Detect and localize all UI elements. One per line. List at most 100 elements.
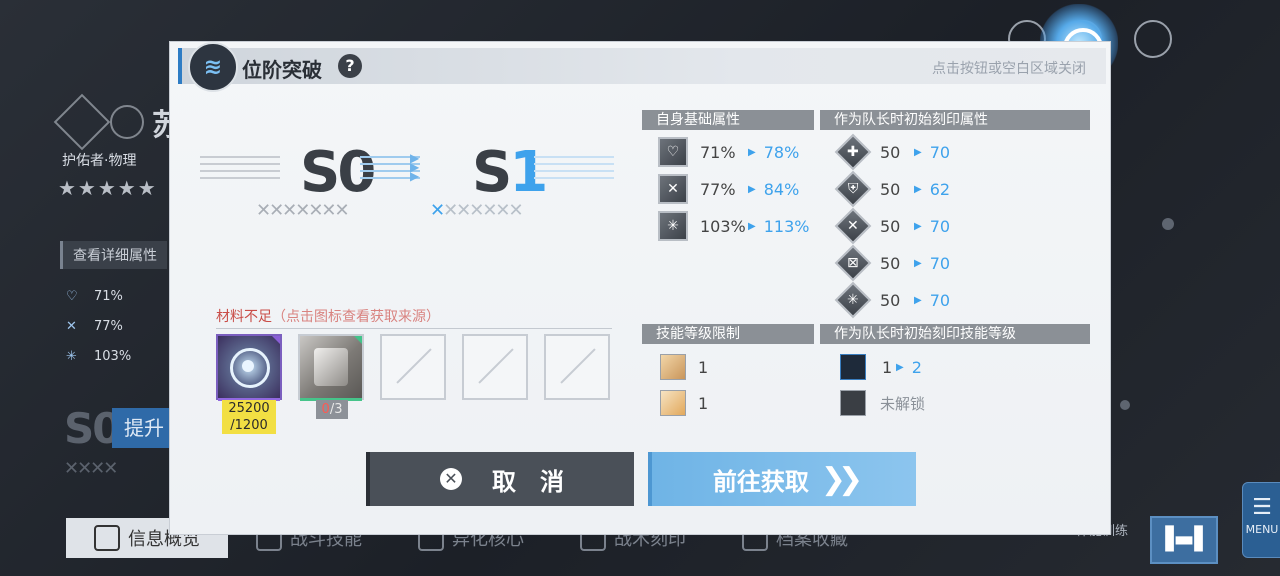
detail-attributes-button[interactable]: 查看详细属性 xyxy=(60,241,167,269)
material-need: /3 xyxy=(329,402,343,417)
rank-transition: S0 ▶ ▶ ▶ S1 ✕✕✕✕✕✕✕ ✕✕✕✕✕✕✕ xyxy=(200,132,620,232)
base-attr-row: ✳ 103% ▶ 113% xyxy=(658,211,809,241)
heart-icon: ♡ xyxy=(658,137,688,167)
core-center xyxy=(242,360,254,372)
bg-rank-chain: ✕✕✕✕ xyxy=(64,458,118,479)
close-icon: ✕ xyxy=(440,468,462,490)
material-have: 25200 xyxy=(228,401,270,416)
overview-icon xyxy=(94,525,120,551)
attr-new: 70 xyxy=(929,216,951,236)
rank-arrow-icon: ▶ ▶ ▶ xyxy=(410,151,420,183)
leader-attr-row: ✚ 50 ▶ 70 xyxy=(834,133,950,171)
arrow-icon: ▶ xyxy=(896,361,904,373)
x-shield-icon: ⊠ xyxy=(834,244,872,282)
character-stars: ★★★★★ xyxy=(58,176,158,200)
menu-label: MENU xyxy=(1245,523,1279,536)
snowflake-icon: ✳ xyxy=(658,211,688,241)
bg-stat-row: ✕ 77% xyxy=(66,312,131,342)
attr-old: 50 xyxy=(880,253,901,273)
skill-new: 2 xyxy=(911,357,922,377)
material-slot-empty xyxy=(380,334,446,400)
swords-icon: ✕ xyxy=(834,207,872,245)
materials-label: 材料不足（点击图标查看获取来源） xyxy=(216,306,612,329)
arrow-icon: ▶ xyxy=(914,183,922,195)
material-count-cube: 0/3 xyxy=(316,400,348,419)
book-search-icon[interactable] xyxy=(1134,20,1172,58)
rarity-marker xyxy=(354,336,362,344)
sword-icon: ✕ xyxy=(66,319,77,334)
skill-limit-value: 1 xyxy=(698,357,709,377)
leader-attr-header: 作为队长时初始刻印属性 xyxy=(820,110,1090,130)
arrow-icon: ▶ xyxy=(748,146,756,158)
material-need: /1200 xyxy=(230,418,268,433)
leader-attr-row: ⊠ 50 ▶ 70 xyxy=(834,244,951,282)
menu-button[interactable]: ☰ MENU xyxy=(1242,482,1280,558)
material-slot-cube[interactable] xyxy=(298,334,364,401)
dot-decoration xyxy=(1162,218,1174,230)
rarity-marker xyxy=(272,336,280,344)
menu-icon: ☰ xyxy=(1252,495,1272,520)
attr-new: 70 xyxy=(929,290,951,310)
skill-core-icon xyxy=(840,354,866,380)
dialog-title-bar: ≋ 位阶突破 ? 点击按钮或空白区域关闭 xyxy=(178,42,1106,92)
sword-icon: ✕ xyxy=(658,174,688,204)
skill-limit-row: 1 xyxy=(660,352,732,382)
rank-chain-old: ✕✕✕✕✕✕✕ xyxy=(256,200,350,221)
skill-heart-icon xyxy=(660,354,686,380)
attr-old: 77% xyxy=(700,179,736,199)
material-count-core: 25200 /1200 xyxy=(222,400,276,434)
cross-shield-icon: ✚ xyxy=(834,133,872,171)
material-slot-core[interactable] xyxy=(216,334,282,401)
leader-skill-row: 未解锁 xyxy=(840,388,925,418)
snowflake-icon: ✳ xyxy=(66,349,77,364)
attr-old: 103% xyxy=(700,216,746,236)
heart-icon: ♡ xyxy=(66,289,78,304)
help-icon[interactable]: ? xyxy=(338,54,362,78)
skill-limit-value: 1 xyxy=(698,393,709,413)
go-obtain-button[interactable]: 前往获取 ❯❯ xyxy=(648,452,916,506)
attr-new: 70 xyxy=(929,253,951,273)
deco-lines xyxy=(534,156,614,184)
arrow-icon: ▶ xyxy=(748,183,756,195)
base-attr-header: 自身基础属性 xyxy=(642,110,814,130)
attr-old: 50 xyxy=(880,216,901,236)
cancel-button[interactable]: ✕ 取 消 xyxy=(366,452,634,506)
attr-new: 62 xyxy=(929,179,951,199)
attr-old: 50 xyxy=(880,142,901,162)
base-attr-row: ✕ 77% ▶ 84% xyxy=(658,174,799,204)
cancel-label: 取 消 xyxy=(492,467,564,496)
skill-locked-status: 未解锁 xyxy=(880,394,926,413)
character-emblems: 苏 xyxy=(53,93,182,151)
attr-old: 50 xyxy=(880,179,901,199)
snow-shield-icon: ✳ xyxy=(834,281,872,319)
leader-skill-row: 1 ▶ 2 xyxy=(840,352,922,382)
leader-attr-row: ✕ 50 ▶ 70 xyxy=(834,207,951,245)
shield-icon: ⛨ xyxy=(834,170,872,208)
skill-limit-row: 1 xyxy=(660,388,732,418)
base-attr-row: ♡ 71% ▶ 78% xyxy=(658,137,799,167)
leader-skill-header: 作为队长时初始刻印技能等级 xyxy=(820,324,1090,344)
train-button[interactable]: ▐▬▌ xyxy=(1150,516,1218,564)
dialog-title: 位阶突破 xyxy=(242,58,322,82)
material-slot-empty xyxy=(544,334,610,400)
rank-to-prefix: S xyxy=(472,140,512,205)
rank-chain-new: ✕✕✕✕✕✕✕ xyxy=(430,200,524,221)
faction-icon xyxy=(53,93,111,151)
double-chevron-icon: ❯❯ xyxy=(820,461,863,497)
materials-hint: （点击图标查看获取来源） xyxy=(272,309,440,325)
bg-stat-value: 77% xyxy=(94,319,123,334)
skill-locked-icon xyxy=(840,390,866,416)
rank-breakthrough-dialog[interactable]: ≋ 位阶突破 ? 点击按钮或空白区域关闭 S0 ▶ ▶ ▶ S1 ✕✕✕✕✕✕✕ ✕… xyxy=(170,42,1110,534)
go-obtain-label: 前往获取 xyxy=(712,467,809,496)
bg-stat-value: 103% xyxy=(94,349,132,364)
attr-new: 113% xyxy=(763,216,810,236)
skill-limit-header: 技能等级限制 xyxy=(642,324,814,344)
breakthrough-emblem-icon: ≋ xyxy=(188,42,238,92)
close-hint: 点击按钮或空白区域关闭 xyxy=(932,61,1086,77)
arrow-icon: ▶ xyxy=(914,294,922,306)
materials-insufficient: 材料不足 xyxy=(216,309,272,325)
leader-attr-row: ⛨ 50 ▶ 62 xyxy=(834,170,951,208)
attr-old: 50 xyxy=(880,290,901,310)
skill-star-icon xyxy=(660,390,686,416)
arrow-icon: ▶ xyxy=(748,220,756,232)
